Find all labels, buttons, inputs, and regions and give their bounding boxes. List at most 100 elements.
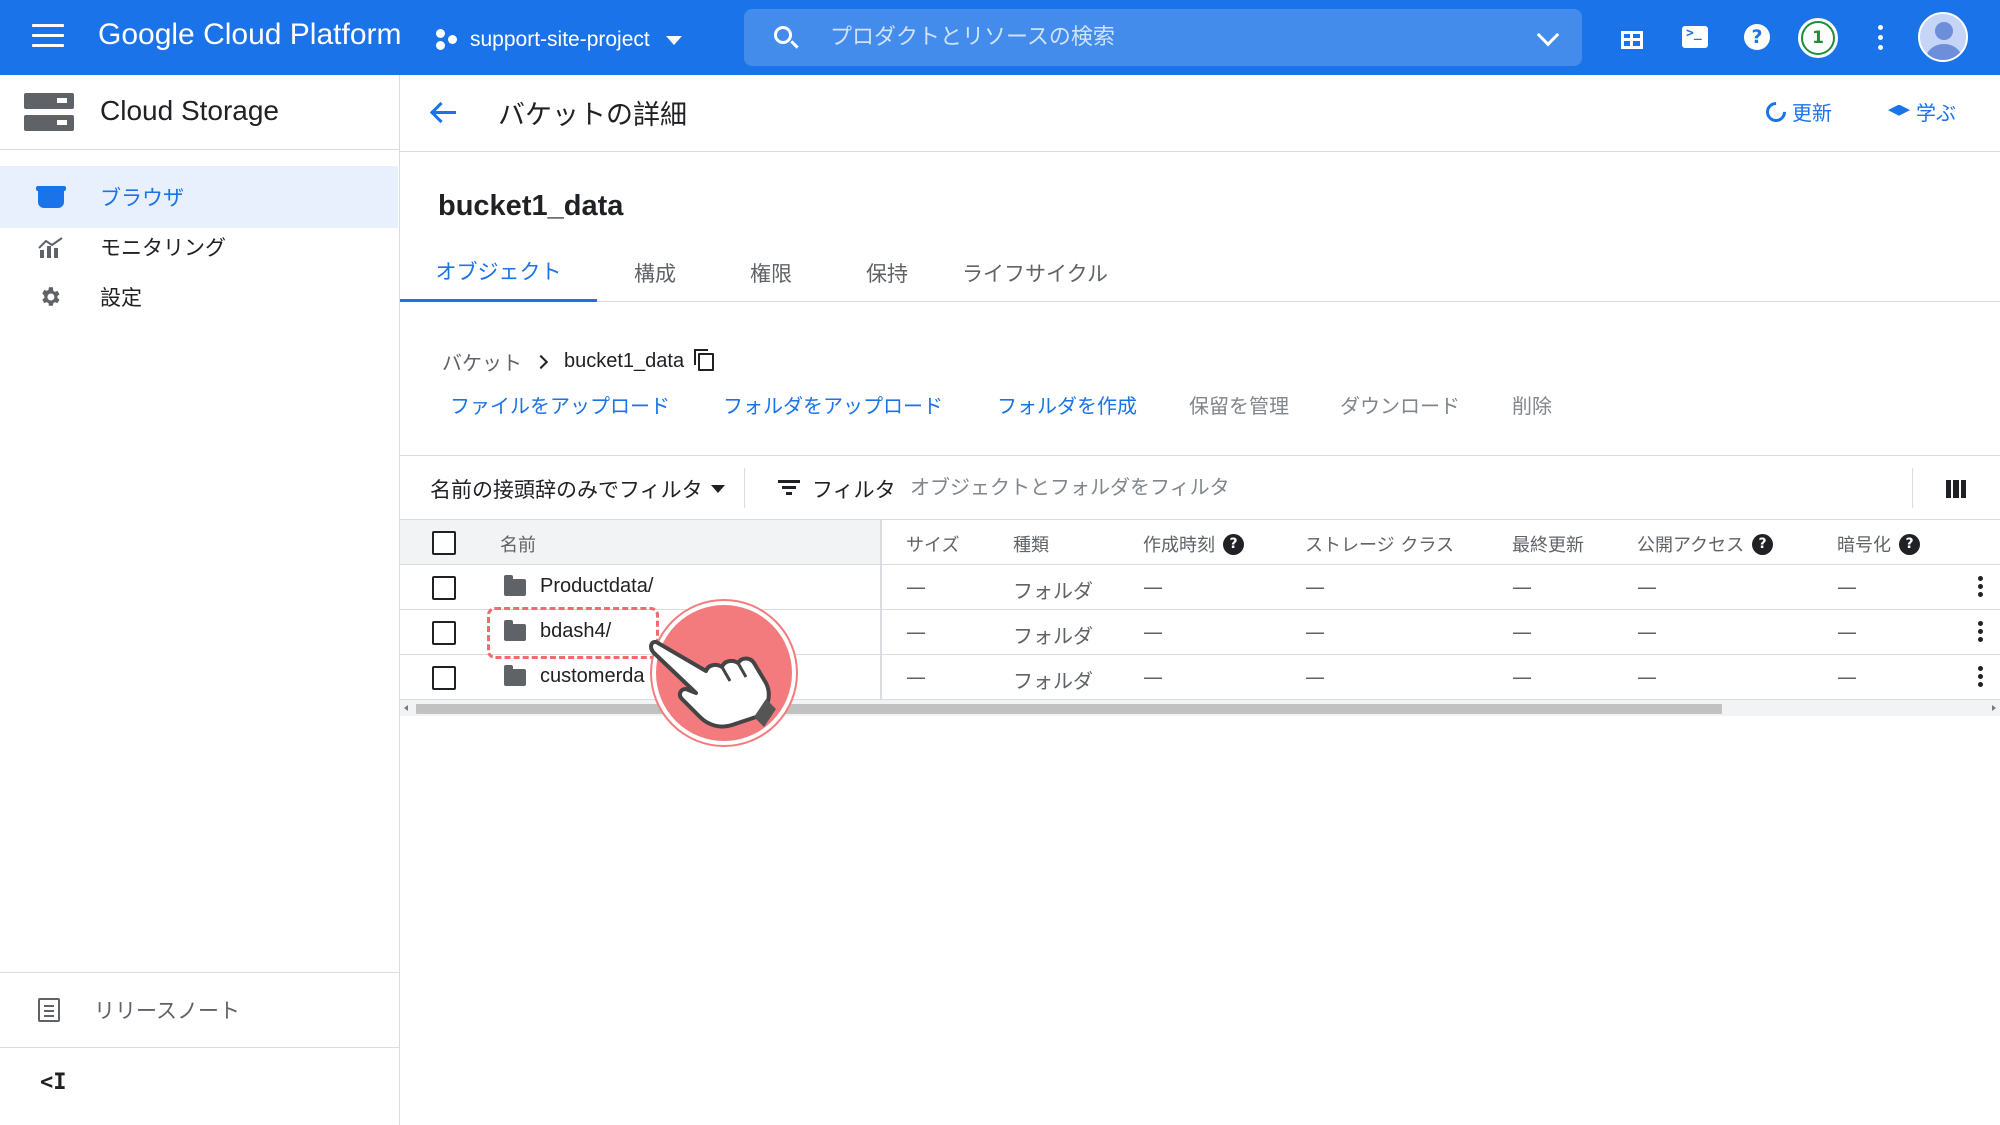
folder-name-link[interactable]: Productdata/ <box>540 575 653 598</box>
more-vert-icon[interactable] <box>1878 25 1884 55</box>
cell-encryption: — <box>1837 620 1857 644</box>
chevron-down-icon[interactable] <box>1536 23 1560 47</box>
column-display-icon[interactable] <box>1946 480 1966 498</box>
column-resizer <box>880 565 882 609</box>
search-input[interactable] <box>830 19 1470 55</box>
column-header-encryption[interactable]: 暗号化? <box>1837 531 1920 557</box>
divider <box>744 468 745 508</box>
filter-bar: 名前の接頭辞のみでフィルタ フィルタ <box>400 455 2000 520</box>
help-icon[interactable]: ? <box>1742 22 1772 52</box>
bucket-name: bucket1_data <box>438 190 624 222</box>
gear-icon <box>38 285 64 309</box>
back-arrow-icon[interactable] <box>430 100 458 126</box>
caret-down-icon <box>665 35 682 45</box>
avatar[interactable] <box>1918 12 1968 62</box>
column-header-created[interactable]: 作成時刻? <box>1143 531 1244 557</box>
table-row[interactable]: Productdata/ — フォルダ — — — — — <box>400 565 2000 610</box>
manage-holds-button[interactable]: 保留を管理 <box>1189 390 1289 419</box>
help-icon[interactable]: ? <box>1899 533 1920 555</box>
cell-updated: — <box>1512 620 1532 644</box>
arrow-drop-down-icon <box>710 485 725 493</box>
cell-public: — <box>1637 665 1657 689</box>
storage-icon <box>24 93 74 131</box>
school-icon <box>1888 104 1910 116</box>
cell-updated: — <box>1512 665 1532 689</box>
column-header-public-access[interactable]: 公開アクセス? <box>1637 531 1774 557</box>
scroll-left-icon[interactable] <box>404 705 408 711</box>
tab-configuration[interactable]: 構成 <box>597 243 713 302</box>
cell-size: — <box>906 575 926 599</box>
menu-icon[interactable] <box>32 24 64 50</box>
upload-folder-button[interactable]: フォルダをアップロード <box>723 390 943 419</box>
page-title: バケットの詳細 <box>498 100 687 131</box>
create-folder-button[interactable]: フォルダを作成 <box>997 390 1137 419</box>
project-name: support-site-project <box>470 28 650 51</box>
help-icon[interactable]: ? <box>1752 533 1774 555</box>
cell-created: — <box>1143 665 1163 689</box>
pointing-hand-icon <box>649 601 796 745</box>
cell-type: フォルダ <box>1013 579 1093 603</box>
upload-files-button[interactable]: ファイルをアップロード <box>450 390 670 419</box>
cell-encryption: — <box>1837 665 1857 689</box>
delete-button[interactable]: 削除 <box>1512 390 1552 419</box>
learn-button[interactable]: 学ぶ <box>1888 97 1956 126</box>
app-title[interactable]: Google Cloud Platform <box>98 18 402 52</box>
divider <box>1912 468 1913 508</box>
search-icon <box>774 26 792 44</box>
search-box[interactable] <box>744 9 1582 66</box>
table-header: 名前 サイズ 種類 作成時刻? ストレージ クラス 最終更新 公開アクセス? 暗… <box>400 520 2000 565</box>
folder-icon <box>504 575 526 596</box>
scroll-right-icon[interactable] <box>1992 705 1996 711</box>
more-vert-icon[interactable] <box>1978 576 1984 600</box>
row-checkbox[interactable] <box>432 621 456 645</box>
collapse-sidebar-icon[interactable]: <I <box>40 1070 67 1095</box>
column-header-storage-class[interactable]: ストレージ クラス <box>1305 531 1454 557</box>
prefix-filter-label: 名前の接頭辞のみでフィルタ <box>430 478 703 502</box>
prefix-filter-dropdown[interactable]: 名前の接頭辞のみでフィルタ <box>430 474 725 504</box>
release-notes-icon <box>38 998 60 1022</box>
column-header-label: 公開アクセス <box>1637 535 1745 556</box>
copy-icon[interactable] <box>694 348 715 371</box>
tab-permissions[interactable]: 権限 <box>713 243 829 302</box>
tab-retention[interactable]: 保持 <box>829 243 945 302</box>
refresh-button[interactable]: 更新 <box>1761 97 1832 126</box>
sidebar-item-label: 設定 <box>100 286 142 310</box>
divider <box>0 1047 400 1048</box>
sidebar-item-label: モニタリング <box>100 236 226 260</box>
tab-bar: オブジェクト 構成 権限 保持 ライフサイクル <box>400 243 2000 302</box>
column-header-updated[interactable]: 最終更新 <box>1512 531 1584 557</box>
column-header-name[interactable]: 名前 <box>500 531 536 557</box>
cell-public: — <box>1637 575 1657 599</box>
more-vert-icon[interactable] <box>1978 666 1984 690</box>
download-button[interactable]: ダウンロード <box>1340 390 1460 419</box>
chevron-right-icon <box>533 354 549 369</box>
sidebar-item-settings[interactable]: 設定 <box>0 266 398 328</box>
folder-icon <box>504 665 526 686</box>
filter-input[interactable] <box>910 471 1470 503</box>
cell-created: — <box>1143 620 1163 644</box>
help-icon[interactable]: ? <box>1223 533 1244 555</box>
column-header-type[interactable]: 種類 <box>1013 531 1049 557</box>
cell-created: — <box>1143 575 1163 599</box>
breadcrumb-root[interactable]: バケット <box>442 347 522 376</box>
column-header-size[interactable]: サイズ <box>906 531 959 557</box>
tab-objects[interactable]: オブジェクト <box>400 243 597 302</box>
column-resizer[interactable] <box>880 520 882 564</box>
learn-label: 学ぶ <box>1916 101 1956 125</box>
release-notes-link[interactable]: リリースノート <box>0 972 398 1047</box>
more-vert-icon[interactable] <box>1978 621 1984 645</box>
row-checkbox[interactable] <box>432 666 456 690</box>
row-checkbox[interactable] <box>432 576 456 600</box>
sidebar-header: Cloud Storage <box>0 75 399 150</box>
tab-lifecycle[interactable]: ライフサイクル <box>945 243 1125 302</box>
highlight-box <box>487 607 659 659</box>
notifications-badge[interactable]: 1 <box>1798 18 1838 58</box>
project-selector[interactable]: support-site-project <box>434 24 682 56</box>
scrollbar-thumb[interactable] <box>416 704 1722 714</box>
top-app-bar: Google Cloud Platform support-site-proje… <box>0 0 2000 75</box>
select-all-checkbox[interactable] <box>432 531 456 555</box>
cloud-shell-icon[interactable] <box>1680 22 1710 52</box>
folder-name-link[interactable]: customerda <box>540 665 645 688</box>
filter-list-icon <box>778 480 800 495</box>
gift-icon[interactable] <box>1617 22 1647 52</box>
